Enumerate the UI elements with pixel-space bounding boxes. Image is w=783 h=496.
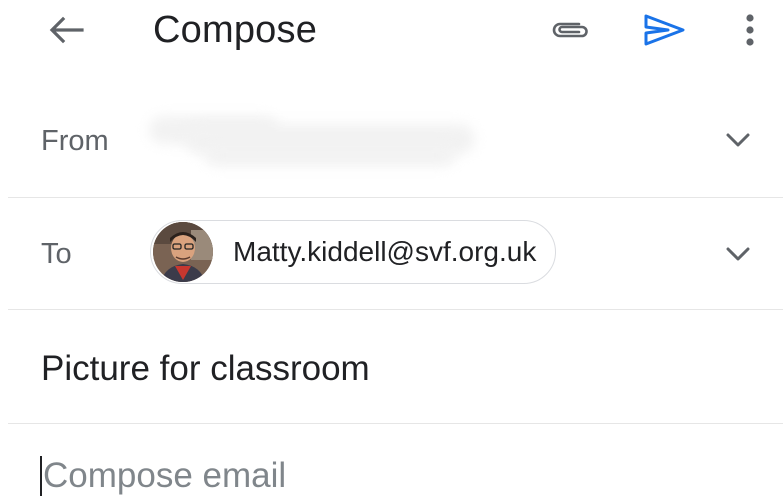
chevron-down-icon <box>726 247 750 261</box>
avatar <box>153 222 213 282</box>
recipient-email: Matty.kiddell@svf.org.uk <box>233 236 537 267</box>
to-label: To <box>41 238 72 270</box>
from-expand-button[interactable] <box>716 120 760 160</box>
arrow-back-icon <box>49 16 84 44</box>
more-options-button[interactable] <box>730 8 770 52</box>
from-account-redacted[interactable] <box>145 110 480 176</box>
subject-field[interactable]: Picture for classroom <box>41 347 741 391</box>
paperclip-icon <box>552 22 588 38</box>
back-button[interactable] <box>44 10 88 50</box>
from-label: From <box>41 125 109 157</box>
more-vert-icon <box>746 14 754 46</box>
attach-button[interactable] <box>546 10 594 50</box>
divider <box>8 309 783 310</box>
app-bar: Compose <box>0 0 783 70</box>
body-input[interactable]: Compose email <box>40 452 740 496</box>
recipient-chip[interactable]: Matty.kiddell@svf.org.uk <box>150 220 556 284</box>
page-title: Compose <box>153 9 318 51</box>
send-button[interactable] <box>638 8 690 52</box>
body-placeholder: Compose email <box>43 456 287 495</box>
compose-screen: Compose From To Matty.kiddell@svf.org.uk… <box>0 0 783 496</box>
divider <box>8 197 783 198</box>
chevron-down-icon <box>726 133 750 147</box>
divider <box>8 423 783 424</box>
send-icon <box>644 14 685 46</box>
to-expand-button[interactable] <box>716 234 760 274</box>
text-caret <box>40 456 42 496</box>
